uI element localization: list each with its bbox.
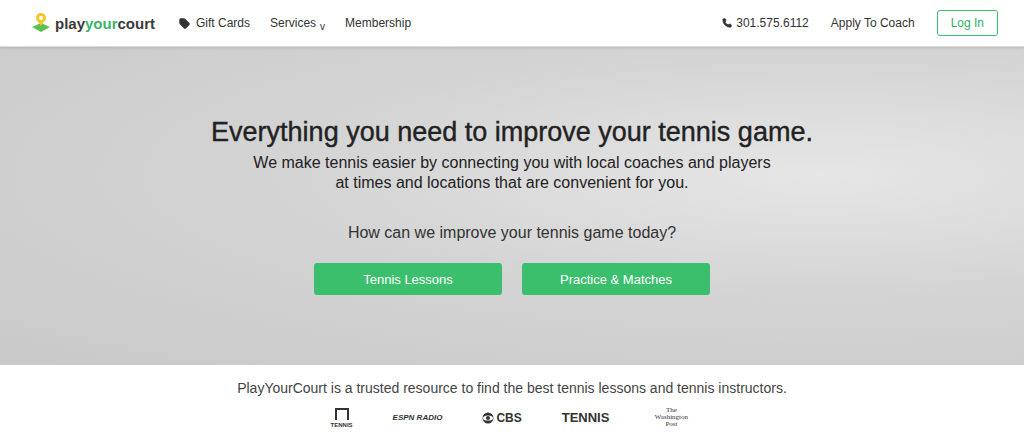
dropdown-caret: v: [320, 21, 325, 32]
apply-link[interactable]: Apply To Coach: [831, 16, 915, 30]
press-logos: TENNIS ESPN RADIO CBS TENNIS The Washington …: [331, 407, 694, 428]
nav-item[interactable]: Gift Cards: [179, 16, 250, 30]
trust-section: PlayYourCourt is a trusted resource to f…: [0, 365, 1024, 444]
tag-icon: [179, 18, 190, 29]
hero-prompt: How can we improve your tennis game toda…: [348, 223, 676, 243]
hero-title: Everything you need to improve your tenn…: [211, 115, 813, 149]
main-nav: Gift Cards Servicesv Membership: [179, 15, 411, 32]
hero-buttons: Tennis Lessons Practice & Matches: [314, 263, 710, 295]
hero-subtitle: We make tennis easier by connecting you …: [253, 153, 770, 193]
logo[interactable]: playyourcourt: [30, 11, 155, 35]
logo-pin-icon: [30, 11, 52, 35]
phone-link[interactable]: 301.575.6112: [722, 16, 809, 30]
channel-mark-icon: [335, 408, 349, 420]
hero-button[interactable]: Practice & Matches: [522, 263, 710, 295]
press-logo: ESPN RADIO: [393, 414, 443, 422]
press-logo: TENNIS: [562, 411, 610, 424]
phone-icon: [722, 18, 732, 28]
trust-text: PlayYourCourt is a trusted resource to f…: [237, 379, 787, 397]
nav-item[interactable]: Membership: [345, 16, 411, 30]
header: playyourcourt Gift Cards Servicesv Membersh…: [0, 0, 1024, 47]
header-actions: 301.575.6112 Apply To Coach Log In: [722, 10, 998, 36]
logo-text[interactable]: playyourcourt: [55, 15, 155, 32]
press-logo: CBS: [482, 412, 521, 424]
hero-button[interactable]: Tennis Lessons: [314, 263, 502, 295]
cbs-eye-icon: [482, 412, 494, 424]
nav-item[interactable]: Servicesv: [270, 15, 325, 32]
login-button[interactable]: Log In: [937, 10, 998, 36]
page: playyourcourt Gift Cards Servicesv Membersh…: [0, 0, 1024, 444]
press-logo: TENNIS: [331, 408, 353, 428]
press-logo: The Washington Post: [649, 407, 693, 428]
hero: Everything you need to improve your tenn…: [0, 47, 1024, 365]
